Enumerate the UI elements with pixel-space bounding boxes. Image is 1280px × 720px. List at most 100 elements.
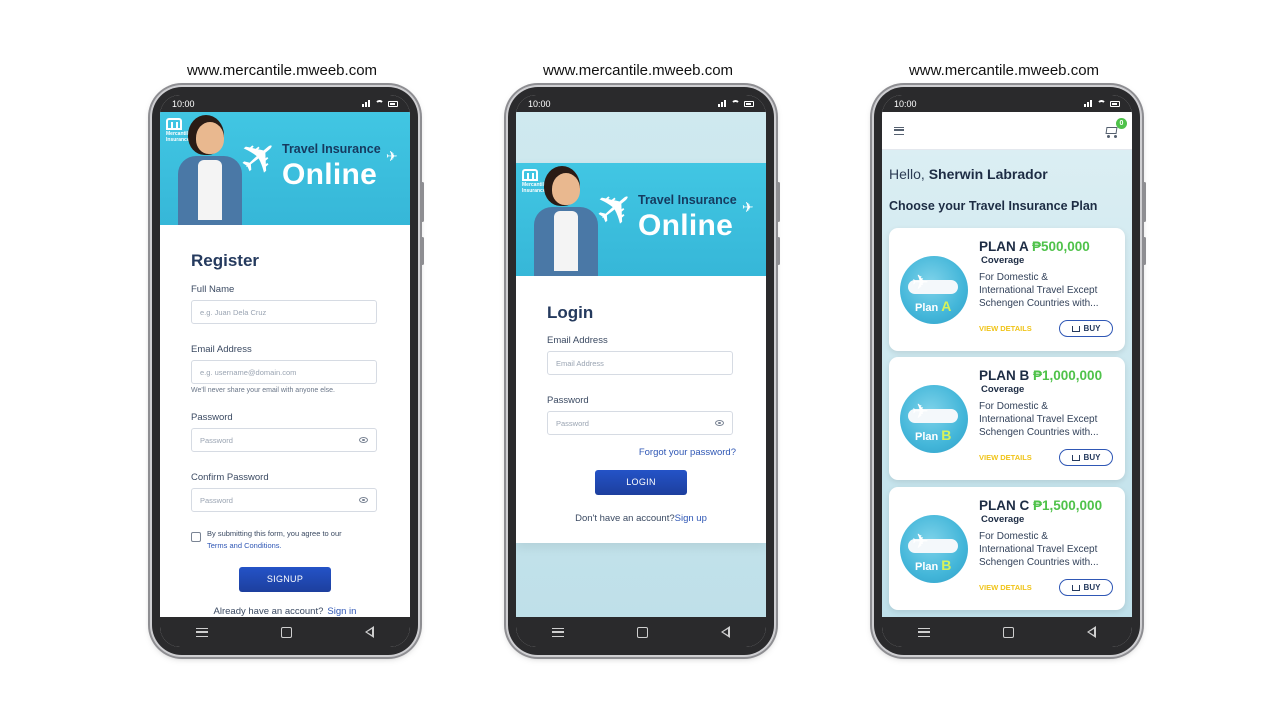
register-screen: 10:00 Mercantile Insurance ✈ Travel Insu…: [160, 95, 410, 647]
plan-card[interactable]: ✈ Plan B PLAN C ₱1,500,000 Coverage For …: [889, 487, 1125, 610]
android-nav-bar: [882, 617, 1132, 647]
signup-button[interactable]: SIGNUP: [239, 567, 331, 592]
status-time: 10:00: [894, 98, 917, 109]
banner-title: Travel Insurance: [282, 142, 381, 156]
forgot-password-link[interactable]: Forgot your password?: [547, 447, 736, 458]
cart-icon[interactable]: 0: [1104, 117, 1127, 138]
login-screen: 10:00 Mercantile Insurance ✈ Travel Insu…: [516, 95, 766, 647]
cart-count-badge: 0: [1116, 117, 1127, 129]
android-nav-bar: [160, 617, 410, 647]
wifi-icon: [375, 100, 384, 107]
login-heading: Login: [547, 303, 594, 322]
plans-screen: 10:00 0 Hello, Sherwin Labrador Choose y…: [882, 95, 1132, 647]
site-url-label: www.mercantile.mweeb.com: [186, 62, 378, 79]
confirm-password-label: Confirm Password: [191, 472, 269, 483]
show-password-icon[interactable]: [359, 497, 368, 503]
back-icon[interactable]: [364, 626, 374, 638]
login-button[interactable]: LOGIN: [595, 470, 687, 495]
signup-link[interactable]: Sign up: [675, 513, 707, 524]
cart-icon: [1071, 325, 1080, 332]
status-time: 10:00: [172, 98, 195, 109]
full-name-label: Full Name: [191, 284, 235, 295]
user-name: Sherwin Labrador: [928, 166, 1048, 182]
email-input[interactable]: Email Address: [547, 351, 733, 375]
terms-row: By submitting this form, you agree to ou…: [191, 528, 379, 552]
show-password-icon[interactable]: [715, 420, 724, 426]
recent-apps-icon[interactable]: [552, 627, 565, 637]
login-card: Mercantile Insurance ✈ Travel Insurance …: [516, 163, 766, 543]
signal-icon: [1084, 100, 1093, 107]
password-label: Password: [191, 412, 233, 423]
view-details-link[interactable]: VIEW DETAILS: [979, 583, 1032, 592]
register-heading: Register: [191, 251, 260, 270]
home-icon[interactable]: [636, 626, 648, 638]
view-details-link[interactable]: VIEW DETAILS: [979, 453, 1032, 462]
status-bar: 10:00: [160, 95, 410, 112]
recent-apps-icon[interactable]: [196, 627, 209, 637]
home-icon[interactable]: [1002, 626, 1014, 638]
signup-prompt: Don't have an account?Sign up: [575, 513, 707, 524]
plan-card[interactable]: ✈ Plan A PLAN A ₱500,000 Coverage For Do…: [889, 228, 1125, 351]
password-input[interactable]: Password: [191, 428, 377, 452]
buy-button[interactable]: BUY: [1059, 579, 1113, 596]
phone-plans: 10:00 0 Hello, Sherwin Labrador Choose y…: [874, 87, 1146, 655]
cart-icon: [1071, 584, 1080, 591]
traveler-photo: [174, 120, 244, 225]
site-url-label: www.mercantile.mweeb.com: [542, 62, 734, 79]
small-airplane-icon: ✈: [386, 148, 398, 164]
wifi-icon: [731, 100, 740, 107]
plans-content: Hello, Sherwin Labrador Choose your Trav…: [882, 150, 1132, 617]
signal-icon: [718, 100, 727, 107]
home-icon[interactable]: [280, 626, 292, 638]
signal-icon: [362, 100, 371, 107]
greeting: Hello, Sherwin Labrador: [889, 166, 1048, 182]
view-details-link[interactable]: VIEW DETAILS: [979, 324, 1032, 333]
email-help-text: We'll never share your email with anyone…: [191, 387, 335, 394]
password-label: Password: [547, 395, 589, 406]
phone-login: 10:00 Mercantile Insurance ✈ Travel Insu…: [508, 87, 780, 655]
plan-title: PLAN C ₱1,500,000: [979, 498, 1103, 513]
back-icon[interactable]: [720, 626, 730, 638]
travel-insurance-banner: Mercantile Insurance ✈ Travel Insurance …: [160, 112, 410, 225]
password-input[interactable]: Password: [547, 411, 733, 435]
app-header: 0: [882, 112, 1132, 150]
login-form: Login Email Address Email Address Passwo…: [516, 303, 766, 524]
full-name-input[interactable]: e.g. Juan Dela Cruz: [191, 300, 377, 324]
plan-card[interactable]: ✈ Plan B PLAN B ₱1,000,000 Coverage For …: [889, 357, 1125, 480]
status-bar: 10:00: [882, 95, 1132, 112]
small-airplane-icon: ✈: [742, 199, 754, 215]
coverage-label: Coverage: [981, 514, 1025, 525]
email-label: Email Address: [191, 344, 252, 355]
plan-a-icon: ✈ Plan A: [900, 256, 968, 324]
show-password-icon[interactable]: [359, 437, 368, 443]
confirm-password-input[interactable]: Password: [191, 488, 377, 512]
cart-icon: [1071, 454, 1080, 461]
back-icon[interactable]: [1086, 626, 1096, 638]
buy-button[interactable]: BUY: [1059, 449, 1113, 466]
signin-link[interactable]: Sign in: [327, 606, 356, 617]
travel-insurance-banner: Mercantile Insurance ✈ Travel Insurance …: [516, 163, 766, 276]
terms-checkbox[interactable]: [191, 532, 201, 542]
plan-description: For Domestic & International Travel Exce…: [979, 401, 1099, 438]
plan-b-icon: ✈ Plan B: [900, 385, 968, 453]
site-url-label: www.mercantile.mweeb.com: [908, 62, 1100, 79]
battery-icon: [1110, 100, 1120, 107]
phone-register: 10:00 Mercantile Insurance ✈ Travel Insu…: [152, 87, 424, 655]
banner-title: Travel Insurance: [638, 193, 737, 207]
recent-apps-icon[interactable]: [918, 627, 931, 637]
plan-amount: ₱500,000: [1032, 239, 1090, 254]
terms-link[interactable]: Terms and Conditions.: [207, 541, 282, 550]
buy-button[interactable]: BUY: [1059, 320, 1113, 337]
plan-title: PLAN A ₱500,000: [979, 239, 1090, 254]
email-label: Email Address: [547, 335, 608, 346]
choose-plan-heading: Choose your Travel Insurance Plan: [889, 199, 1098, 213]
status-time: 10:00: [528, 98, 551, 109]
banner-subtitle: Online: [282, 158, 378, 191]
menu-icon[interactable]: [894, 126, 904, 135]
email-input[interactable]: e.g. username@domain.com: [191, 360, 377, 384]
plan-description: For Domestic & International Travel Exce…: [979, 531, 1099, 568]
signin-prompt: Already have an account? Sign in: [213, 606, 357, 617]
battery-icon: [744, 100, 754, 107]
plan-amount: ₱1,000,000: [1033, 368, 1103, 383]
android-nav-bar: [516, 617, 766, 647]
